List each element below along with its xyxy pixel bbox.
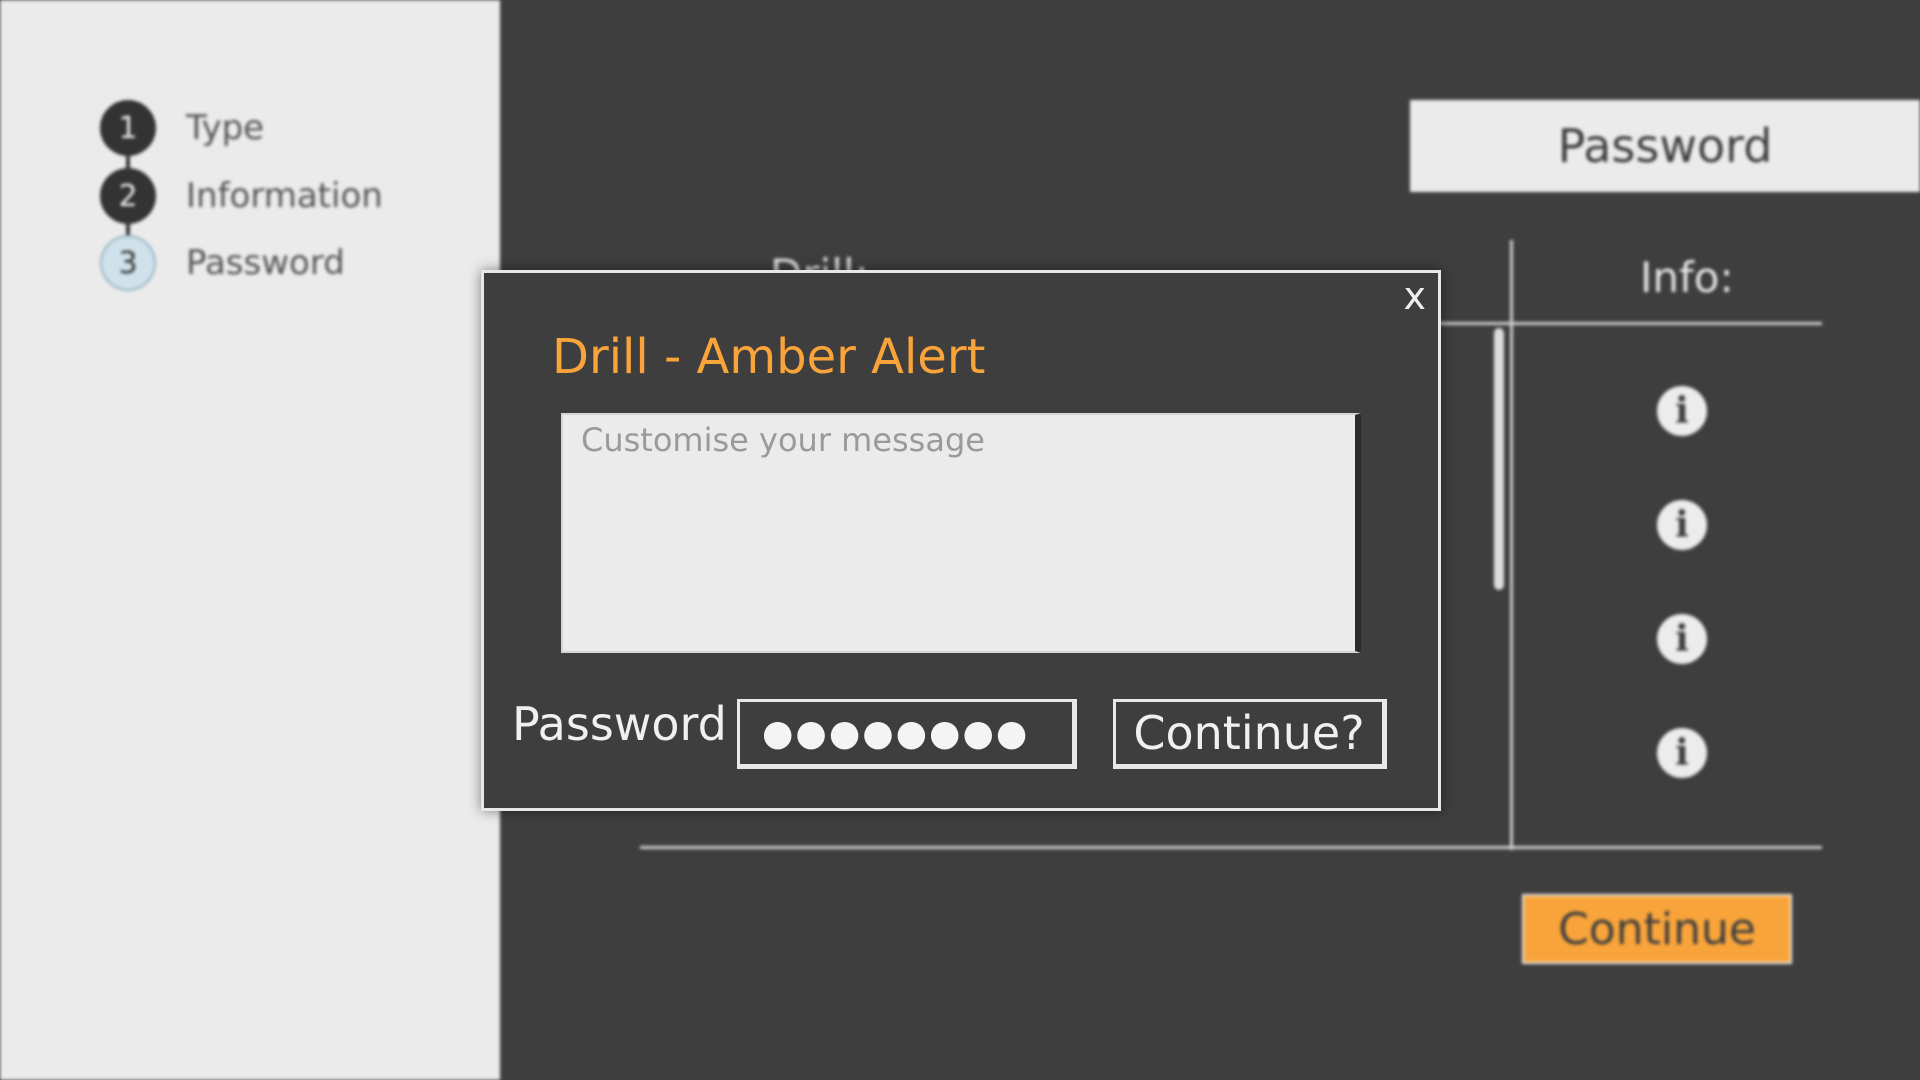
step-label-password: Password xyxy=(186,243,345,283)
info-icon[interactable]: i xyxy=(1657,386,1707,436)
info-icon[interactable]: i xyxy=(1657,614,1707,664)
message-input[interactable] xyxy=(563,415,1355,651)
password-field[interactable]: ●●●●●●●● xyxy=(737,699,1077,769)
step-type[interactable]: 1 Type xyxy=(100,98,264,158)
step-label-information: Information xyxy=(186,176,383,216)
step-information[interactable]: 2 Information xyxy=(100,166,383,226)
info-icon[interactable]: i xyxy=(1657,500,1707,550)
step-label-type: Type xyxy=(186,108,265,148)
table-scrollbar[interactable] xyxy=(1494,328,1504,590)
step-number-3: 3 xyxy=(100,235,156,291)
step-password[interactable]: 3 Password xyxy=(100,233,345,293)
step-number-2: 2 xyxy=(100,168,156,224)
continue-button[interactable]: Continue xyxy=(1522,894,1792,964)
continue-confirm-button[interactable]: Continue? xyxy=(1113,699,1387,769)
password-label: Password xyxy=(512,697,727,751)
password-header-tab: Password xyxy=(1410,100,1920,192)
stepper-sidebar: 1 Type 2 Information 3 Password xyxy=(0,0,500,1080)
info-column-heading: Info: xyxy=(1640,253,1734,302)
table-column-divider xyxy=(1510,240,1513,850)
dialog-title: Drill - Amber Alert xyxy=(552,329,986,385)
table-divider xyxy=(640,846,1822,849)
amber-alert-dialog: x Drill - Amber Alert Password ●●●●●●●● … xyxy=(481,270,1441,811)
info-icon[interactable]: i xyxy=(1657,728,1707,778)
step-number-1: 1 xyxy=(100,100,156,156)
close-button[interactable]: x xyxy=(1404,277,1427,315)
message-box xyxy=(561,413,1361,653)
